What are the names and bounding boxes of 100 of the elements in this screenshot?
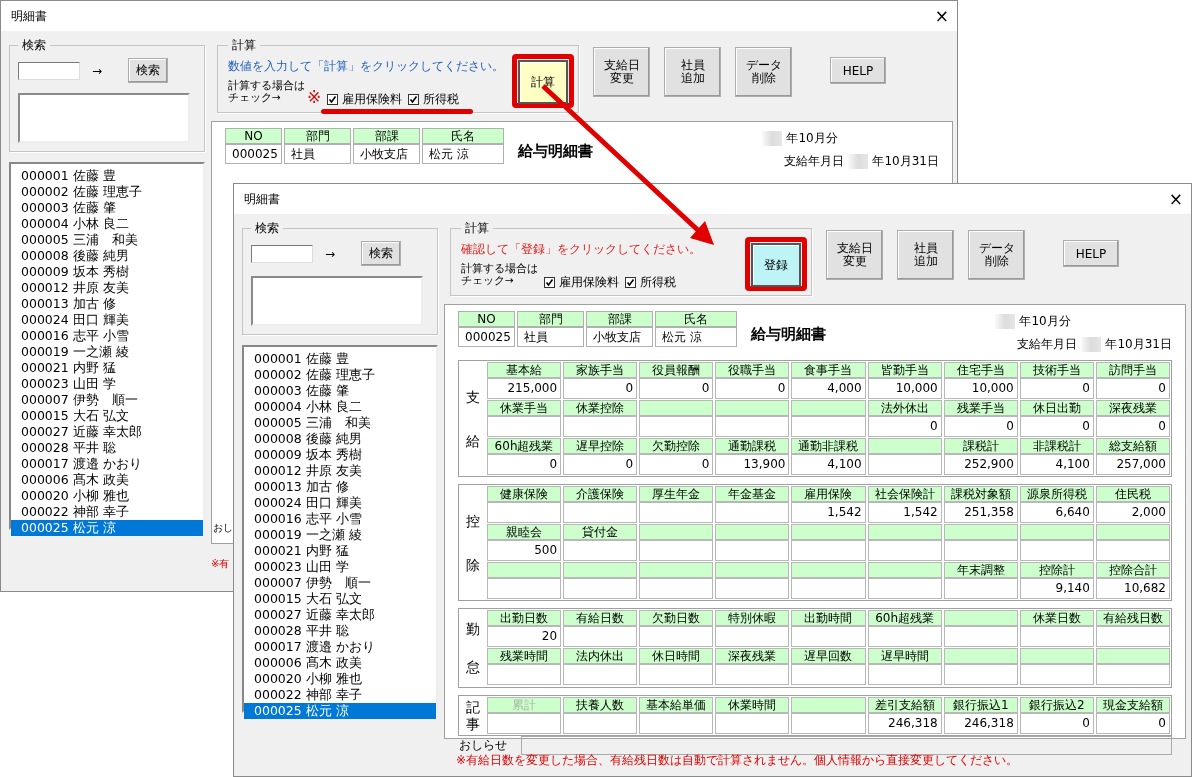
- value-field[interactable]: 13,900: [715, 454, 790, 475]
- notice-field[interactable]: [521, 736, 1172, 755]
- list-item[interactable]: 000019 一之瀬 綾: [11, 344, 203, 360]
- value-field[interactable]: 0: [867, 416, 942, 437]
- value-field[interactable]: [563, 626, 638, 647]
- value-field[interactable]: [563, 502, 638, 523]
- value-field[interactable]: [867, 626, 942, 647]
- value-field[interactable]: 0: [1095, 416, 1170, 437]
- value-field[interactable]: 0: [639, 378, 714, 399]
- list-item[interactable]: 000008 後藤 純男: [11, 248, 203, 264]
- list-item[interactable]: 000024 田口 輝美: [244, 495, 436, 511]
- action-button[interactable]: 計算: [518, 60, 568, 104]
- list-item[interactable]: 000028 平井 聡: [244, 623, 436, 639]
- list-item[interactable]: 000021 内野 猛: [244, 543, 436, 559]
- value-field[interactable]: [639, 416, 714, 437]
- value-field[interactable]: [791, 416, 866, 437]
- value-field[interactable]: [639, 502, 714, 523]
- value-field[interactable]: [487, 416, 562, 437]
- value-field[interactable]: [791, 713, 866, 734]
- list-item[interactable]: 000019 一之瀬 綾: [244, 527, 436, 543]
- value-field[interactable]: [487, 664, 562, 685]
- checkbox[interactable]: 所得税: [408, 91, 460, 108]
- list-item[interactable]: 000005 三浦 和美: [11, 232, 203, 248]
- list-item[interactable]: 000006 髙木 政美: [11, 472, 203, 488]
- value-field[interactable]: [1019, 664, 1094, 685]
- value-field[interactable]: 2,000: [1095, 502, 1170, 523]
- value-field[interactable]: [867, 578, 942, 599]
- value-field[interactable]: 9,140: [1019, 578, 1094, 599]
- list-item[interactable]: 000020 小柳 雅也: [11, 488, 203, 504]
- value-field[interactable]: [943, 540, 1018, 561]
- list-item[interactable]: 000017 渡邉 かおり: [244, 639, 436, 655]
- list-item[interactable]: 000015 大石 弘文: [244, 591, 436, 607]
- value-field[interactable]: [1019, 540, 1094, 561]
- value-field[interactable]: [715, 540, 790, 561]
- value-field[interactable]: 0: [1095, 713, 1170, 734]
- toolbar-button[interactable]: HELP: [830, 57, 886, 84]
- value-field[interactable]: 0: [943, 416, 1018, 437]
- value-field[interactable]: 0: [563, 378, 638, 399]
- checkbox[interactable]: 所得税: [625, 274, 676, 291]
- value-field[interactable]: 500: [487, 540, 562, 561]
- list-item[interactable]: 000024 田口 輝美: [11, 312, 203, 328]
- list-item[interactable]: 000008 後藤 純男: [244, 431, 436, 447]
- value-field[interactable]: [639, 578, 714, 599]
- value-field[interactable]: [867, 664, 942, 685]
- list-item[interactable]: 000025 松元 涼: [11, 520, 203, 536]
- value-field[interactable]: [563, 416, 638, 437]
- toolbar-button[interactable]: データ 削除: [968, 230, 1025, 280]
- value-field[interactable]: 0: [1019, 378, 1094, 399]
- list-item[interactable]: 000023 山田 学: [11, 376, 203, 392]
- value-field[interactable]: [715, 578, 790, 599]
- value-field[interactable]: 20: [487, 626, 562, 647]
- list-item[interactable]: 000021 内野 猛: [11, 360, 203, 376]
- value-field[interactable]: 0: [1019, 416, 1094, 437]
- value-field[interactable]: [563, 713, 638, 734]
- value-field[interactable]: [563, 664, 638, 685]
- list-item[interactable]: 000005 三浦 和美: [244, 415, 436, 431]
- value-field[interactable]: [943, 664, 1018, 685]
- list-item[interactable]: 000004 小林 良二: [11, 216, 203, 232]
- value-field[interactable]: 1,542: [867, 502, 942, 523]
- checkbox[interactable]: 雇用保険料: [327, 91, 403, 108]
- value-field[interactable]: [639, 626, 714, 647]
- value-field[interactable]: 246,318: [943, 713, 1018, 734]
- close-button[interactable]: ×: [934, 7, 949, 25]
- value-field[interactable]: [791, 664, 866, 685]
- list-item[interactable]: 000016 志平 小雪: [244, 511, 436, 527]
- list-item[interactable]: 000027 近藤 幸太郎: [244, 607, 436, 623]
- action-button[interactable]: 登録: [751, 243, 801, 287]
- value-field[interactable]: 6,640: [1019, 502, 1094, 523]
- list-item[interactable]: 000001 佐藤 豊: [11, 168, 203, 184]
- value-field[interactable]: [943, 626, 1018, 647]
- value-field[interactable]: [563, 540, 638, 561]
- value-field[interactable]: 0: [639, 454, 714, 475]
- list-item[interactable]: 000013 加古 修: [244, 479, 436, 495]
- value-field[interactable]: 10,000: [867, 378, 942, 399]
- value-field[interactable]: [867, 540, 942, 561]
- toolbar-button[interactable]: HELP: [1063, 240, 1119, 267]
- value-field[interactable]: [1019, 626, 1094, 647]
- toolbar-button[interactable]: 支給日 変更: [826, 230, 883, 280]
- list-item[interactable]: 000013 加古 修: [11, 296, 203, 312]
- list-item[interactable]: 000015 大石 弘文: [11, 408, 203, 424]
- checkbox[interactable]: 雇用保険料: [544, 274, 619, 291]
- value-field[interactable]: [639, 540, 714, 561]
- value-field[interactable]: 0: [715, 378, 790, 399]
- close-button[interactable]: ×: [1168, 190, 1183, 208]
- list-item[interactable]: 000017 渡邉 かおり: [11, 456, 203, 472]
- value-field[interactable]: 1,542: [791, 502, 866, 523]
- value-field[interactable]: 0: [487, 454, 562, 475]
- value-field[interactable]: [487, 713, 562, 734]
- list-item[interactable]: 000009 坂本 秀樹: [244, 447, 436, 463]
- value-field[interactable]: [943, 578, 1018, 599]
- results-field[interactable]: [18, 93, 190, 143]
- value-field[interactable]: 10,000: [943, 378, 1018, 399]
- value-field[interactable]: [715, 664, 790, 685]
- search-button[interactable]: 検索: [128, 58, 169, 83]
- search-field[interactable]: [251, 244, 313, 263]
- value-field[interactable]: 4,100: [791, 454, 866, 475]
- list-item[interactable]: 000012 井原 友美: [11, 280, 203, 296]
- search-button[interactable]: 検索: [361, 241, 402, 266]
- list-item[interactable]: 000007 伊勢 順一: [11, 392, 203, 408]
- value-field[interactable]: [867, 454, 942, 475]
